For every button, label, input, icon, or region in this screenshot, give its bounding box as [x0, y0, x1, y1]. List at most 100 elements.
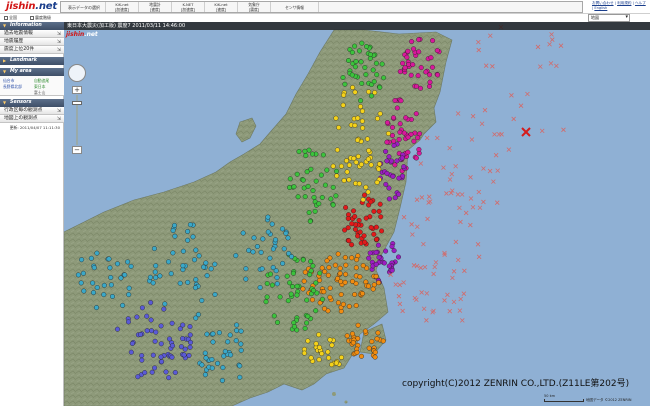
station-marker[interactable] — [342, 81, 348, 87]
station-marker[interactable] — [366, 255, 372, 261]
station-marker[interactable] — [380, 338, 386, 344]
zoom-out-button[interactable]: − — [72, 146, 82, 154]
station-marker[interactable] — [374, 72, 380, 78]
aftershock-marker[interactable] — [509, 93, 514, 98]
station-marker[interactable] — [202, 372, 208, 378]
station-marker[interactable] — [362, 65, 368, 71]
station-marker[interactable] — [359, 40, 365, 46]
station-marker[interactable] — [101, 282, 107, 288]
station-marker[interactable] — [337, 270, 343, 276]
aftershock-marker[interactable] — [424, 318, 429, 323]
station-marker[interactable] — [397, 121, 403, 127]
station-marker[interactable] — [352, 292, 358, 298]
station-marker[interactable] — [320, 152, 326, 158]
station-marker[interactable] — [350, 331, 356, 337]
station-marker[interactable] — [338, 292, 344, 298]
station-marker[interactable] — [166, 336, 172, 342]
station-marker[interactable] — [346, 162, 352, 168]
station-marker[interactable] — [384, 158, 390, 164]
data-select-button[interactable]: 表示データの選択 — [61, 2, 106, 12]
station-marker[interactable] — [94, 285, 100, 291]
station-marker[interactable] — [294, 292, 300, 298]
station-marker[interactable] — [81, 288, 87, 294]
station-marker[interactable] — [172, 370, 178, 376]
station-marker[interactable] — [394, 105, 400, 111]
aftershock-marker[interactable] — [461, 291, 467, 296]
aftershock-marker[interactable] — [492, 132, 497, 137]
station-marker[interactable] — [355, 233, 361, 239]
aftershock-marker[interactable] — [447, 177, 453, 182]
station-marker[interactable] — [340, 102, 346, 108]
station-marker[interactable] — [283, 230, 289, 236]
station-marker[interactable] — [373, 261, 379, 267]
station-marker[interactable] — [337, 265, 343, 271]
station-marker[interactable] — [302, 148, 308, 154]
station-marker[interactable] — [381, 75, 387, 81]
aftershock-marker[interactable] — [494, 200, 500, 205]
myarea-nagano[interactable]: 長野県北部 — [3, 84, 22, 90]
station-marker[interactable] — [325, 349, 331, 355]
station-marker[interactable] — [434, 48, 440, 54]
aftershock-marker[interactable] — [431, 271, 436, 277]
station-marker[interactable] — [369, 339, 375, 345]
station-marker[interactable] — [383, 248, 389, 254]
station-marker[interactable] — [423, 69, 429, 75]
station-marker[interactable] — [210, 339, 216, 345]
station-marker[interactable] — [391, 248, 397, 254]
station-marker[interactable] — [222, 348, 228, 354]
station-marker[interactable] — [153, 275, 159, 281]
station-marker[interactable] — [271, 313, 277, 319]
sidebar-item-map-sensors[interactable]: 地図上の観測点 ⇲ — [0, 115, 64, 123]
aftershock-marker[interactable] — [415, 224, 420, 230]
station-marker[interactable] — [311, 194, 317, 200]
station-marker[interactable] — [180, 263, 186, 269]
station-marker[interactable] — [120, 302, 126, 308]
station-marker[interactable] — [274, 319, 280, 325]
check-intensity[interactable]: 震度階級 — [30, 15, 51, 21]
station-marker[interactable] — [80, 270, 86, 276]
station-marker[interactable] — [193, 315, 199, 321]
station-marker[interactable] — [209, 357, 215, 363]
station-marker[interactable] — [435, 72, 441, 78]
aftershock-marker[interactable] — [487, 33, 493, 39]
station-marker[interactable] — [190, 234, 196, 240]
station-marker[interactable] — [411, 46, 417, 52]
aftershock-marker[interactable] — [457, 205, 462, 211]
station-marker[interactable] — [352, 43, 358, 49]
station-marker[interactable] — [110, 294, 116, 300]
station-marker[interactable] — [161, 306, 167, 312]
station-marker[interactable] — [254, 243, 260, 249]
station-marker[interactable] — [313, 280, 319, 286]
station-marker[interactable] — [354, 257, 360, 263]
station-marker[interactable] — [418, 65, 424, 71]
station-marker[interactable] — [365, 156, 371, 162]
check-intensity-checkbox[interactable] — [30, 16, 34, 20]
station-marker[interactable] — [403, 115, 409, 121]
station-marker[interactable] — [372, 354, 378, 360]
station-marker[interactable] — [349, 49, 355, 55]
station-marker[interactable] — [251, 235, 257, 241]
station-marker[interactable] — [288, 254, 294, 260]
station-marker[interactable] — [199, 362, 205, 368]
station-marker[interactable] — [108, 274, 114, 280]
station-marker[interactable] — [333, 360, 339, 366]
aftershock-marker[interactable] — [535, 44, 541, 50]
station-marker[interactable] — [344, 158, 350, 164]
station-marker[interactable] — [374, 179, 380, 185]
station-marker[interactable] — [346, 303, 352, 309]
map-canvas[interactable] — [64, 22, 650, 406]
station-marker[interactable] — [269, 221, 275, 227]
station-marker[interactable] — [327, 337, 333, 343]
station-marker[interactable] — [126, 285, 132, 291]
station-marker[interactable] — [334, 173, 340, 179]
station-marker[interactable] — [360, 263, 366, 269]
station-marker[interactable] — [326, 355, 332, 361]
aftershock-marker[interactable] — [558, 43, 564, 48]
station-marker[interactable] — [326, 264, 332, 270]
station-marker[interactable] — [305, 183, 311, 189]
aftershock-marker[interactable] — [422, 264, 428, 270]
aftershock-marker[interactable] — [463, 210, 469, 216]
station-marker[interactable] — [427, 83, 433, 89]
station-marker[interactable] — [404, 54, 410, 60]
aftershock-marker[interactable] — [409, 222, 414, 227]
